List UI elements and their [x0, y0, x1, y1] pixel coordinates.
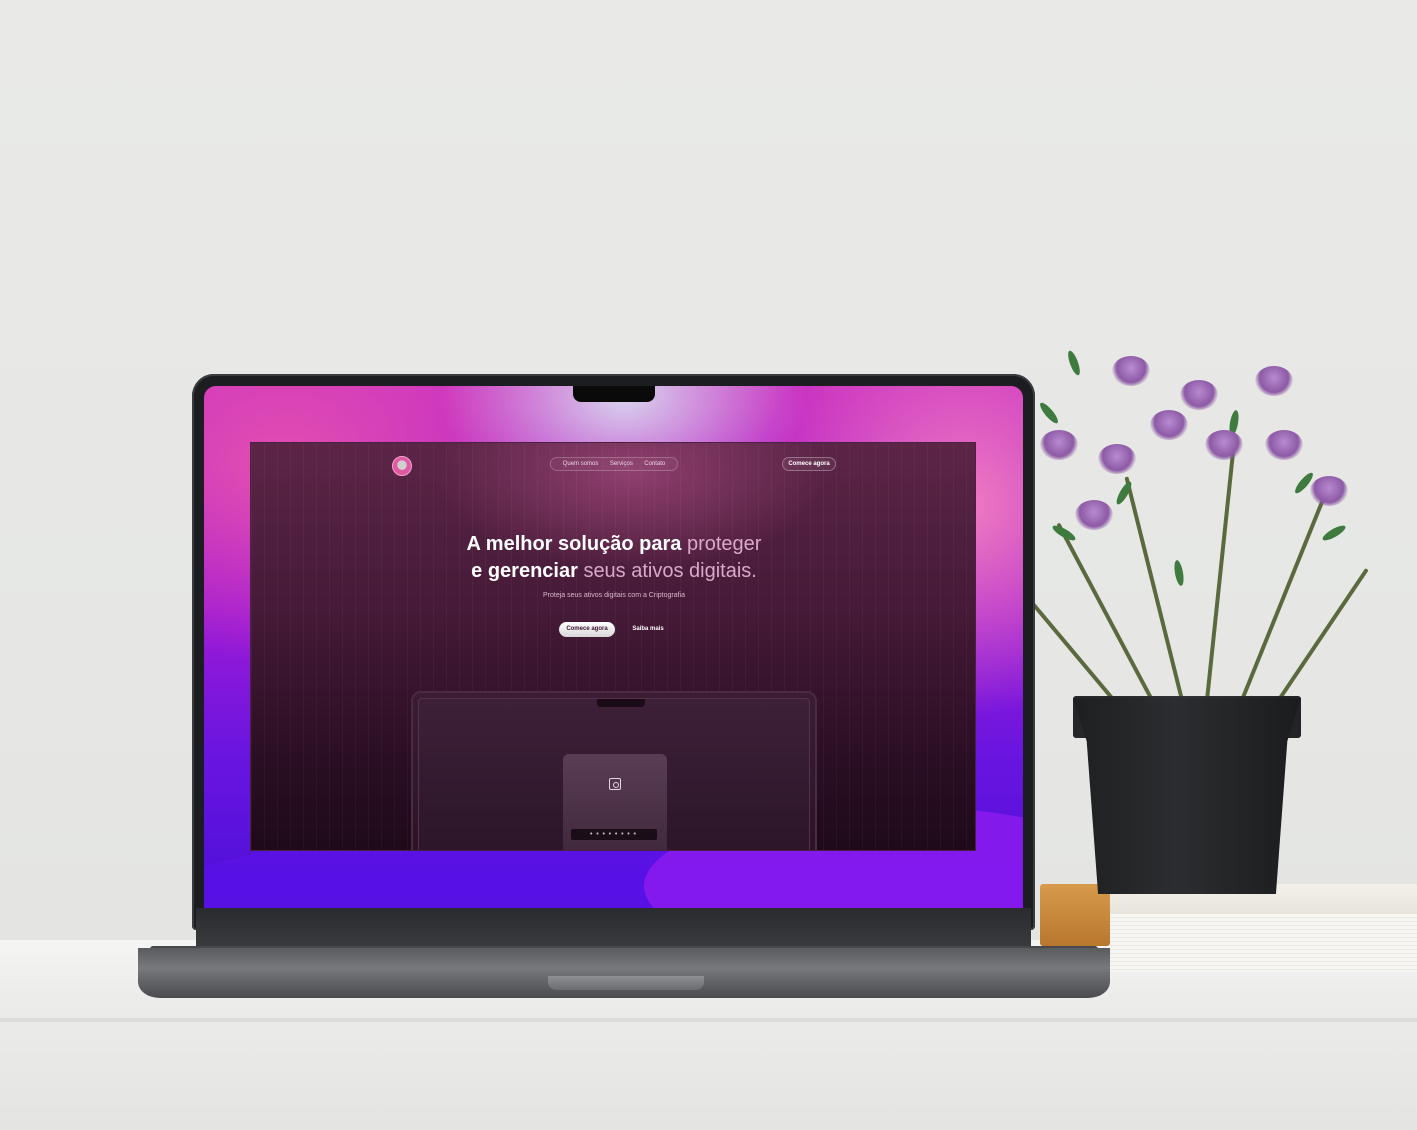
camera-notch — [573, 386, 655, 402]
hero-primary-button[interactable]: Comece agora — [559, 622, 615, 637]
plant-pot — [1073, 698, 1301, 894]
pin-input[interactable]: •••••••• — [571, 829, 657, 840]
laptop-thumb-notch — [548, 976, 704, 990]
auth-card: •••••••• — [563, 754, 667, 850]
nav-item-servicos[interactable]: Serviços — [610, 461, 633, 467]
hero-title-line1: A melhor solução para — [466, 533, 687, 555]
nav-item-contato[interactable]: Contato — [644, 461, 665, 467]
laptop-hinge — [196, 908, 1031, 948]
hero-subtitle: Proteja seus ativos digitais com a Cript… — [542, 592, 685, 599]
laptop-base — [138, 948, 1110, 998]
plant-flower — [1098, 444, 1136, 474]
plant-flower — [1040, 430, 1078, 460]
header-cta-button[interactable]: Comece agora — [782, 457, 836, 471]
preview-notch — [597, 699, 645, 707]
plant-flower — [1265, 430, 1303, 460]
product-preview-laptop: •••••••• — [411, 691, 817, 850]
plant-flower — [1180, 380, 1218, 410]
plant-flower — [1310, 476, 1348, 506]
plant-flower — [1075, 500, 1113, 530]
plant-flower — [1205, 430, 1243, 460]
laptop-screen: Quem somos Serviços Contato Comece agora… — [204, 386, 1023, 910]
plant-flower — [1150, 410, 1188, 440]
product-preview-screen: •••••••• — [418, 698, 810, 850]
logo-avatar-icon[interactable] — [392, 456, 412, 476]
website-window: Quem somos Serviços Contato Comece agora… — [250, 442, 976, 851]
hero-title: A melhor solução para proteger e gerenci… — [401, 531, 827, 585]
plant-flower — [1255, 366, 1293, 396]
nav-item-quem-somos[interactable]: Quem somos — [563, 461, 599, 467]
book-pages — [1110, 914, 1417, 972]
desk-edge — [0, 1018, 1417, 1022]
hero-title-line1-highlight: proteger — [686, 533, 762, 555]
hero-title-line2-highlight: seus ativos digitais. — [583, 560, 757, 582]
plant-flower — [1112, 356, 1150, 386]
hero-title-line2: e gerenciar — [471, 560, 584, 582]
face-scan-icon — [609, 778, 621, 790]
hero-secondary-button[interactable]: Saiba mais — [623, 622, 673, 637]
main-nav: Quem somos Serviços Contato — [550, 457, 678, 471]
